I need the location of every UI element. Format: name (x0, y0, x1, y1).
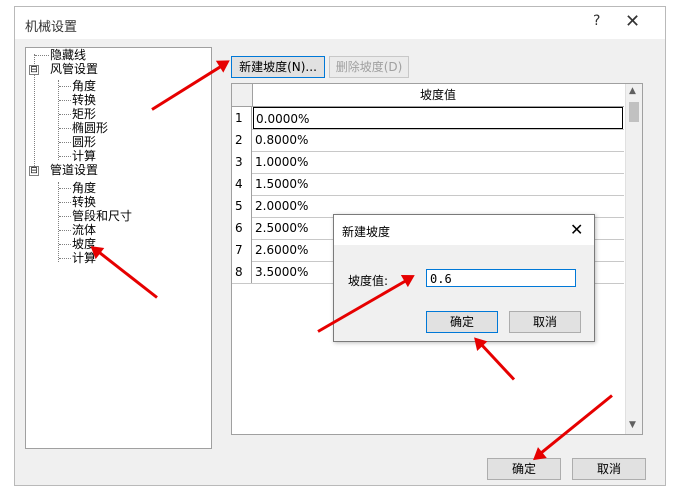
grid-header: 坡度值 (232, 84, 624, 107)
tree-item-duct-settings[interactable]: 风管设置 (50, 63, 98, 76)
collapse-icon[interactable]: ⊟ (29, 166, 39, 176)
scroll-down-icon[interactable]: ▼ (629, 420, 636, 430)
row-index: 4 (232, 173, 252, 195)
tree-item-duct-oval[interactable]: 椭圆形 (72, 122, 108, 135)
table-row[interactable]: 1 0.0000% (232, 107, 624, 130)
tree-connector (59, 202, 71, 203)
dialog-cancel-button[interactable]: 取消 (509, 311, 581, 333)
row-index: 6 (232, 217, 252, 239)
tree-connector (59, 216, 71, 217)
dialog-title-bar: 新建坡度 ✕ (334, 215, 594, 245)
row-index: 7 (232, 239, 252, 261)
tree-connector (59, 100, 71, 101)
scroll-thumb[interactable] (629, 102, 639, 122)
table-row[interactable]: 4 1.5000% (232, 173, 624, 196)
slope-value-input[interactable]: 0.6 (426, 269, 576, 287)
tree-item-duct-transition[interactable]: 转换 (72, 94, 96, 107)
collapse-icon[interactable]: ⊟ (29, 65, 39, 75)
row-index: 8 (232, 261, 252, 283)
row-index: 2 (232, 129, 252, 151)
tree-connector (59, 128, 71, 129)
table-row[interactable]: 3 1.0000% (232, 151, 624, 174)
dialog-title: 新建坡度 (342, 225, 391, 239)
tree-item-pipe-angle[interactable]: 角度 (72, 182, 96, 195)
close-icon[interactable]: ✕ (625, 11, 640, 32)
tree-item-hidden-lines[interactable]: 隐藏线 (50, 49, 86, 62)
dialog-ok-button[interactable]: 确定 (426, 311, 498, 333)
new-slope-dialog: 新建坡度 ✕ 坡度值: 0.6 确定 取消 (333, 214, 595, 342)
column-header-slope[interactable]: 坡度值 (253, 84, 623, 106)
tree-connector (59, 142, 71, 143)
tree-item-duct-calculation[interactable]: 计算 (72, 150, 96, 163)
tree-item-pipe-transition[interactable]: 转换 (72, 196, 96, 209)
tree-item-pipe-segments-sizes[interactable]: 管段和尺寸 (72, 210, 132, 223)
tree-item-pipe-fluids[interactable]: 流体 (72, 224, 96, 237)
settings-tree[interactable]: 隐藏线 ⊟ 风管设置 角度 转换 矩形 椭圆形 圆形 计算 ⊟ 管道设置 角度 … (25, 47, 212, 449)
slope-value-label: 坡度值: (348, 274, 389, 288)
cancel-button[interactable]: 取消 (572, 458, 646, 480)
tree-connector (59, 86, 71, 87)
title-bar: 机械设置 ? ✕ (15, 7, 665, 39)
slope-cell[interactable]: 0.0000% (253, 107, 623, 129)
new-slope-button[interactable]: 新建坡度(N)... (231, 56, 325, 78)
close-icon[interactable]: ✕ (570, 220, 583, 239)
help-icon[interactable]: ? (593, 13, 600, 29)
tree-connector (58, 182, 59, 262)
table-row[interactable]: 2 0.8000% (232, 129, 624, 152)
grid-corner (232, 84, 253, 106)
row-index: 5 (232, 195, 252, 217)
delete-slope-button[interactable]: 删除坡度(D) (329, 56, 409, 78)
tree-connector (59, 230, 71, 231)
slope-cell[interactable]: 1.0000% (253, 151, 623, 173)
scroll-up-icon[interactable]: ▲ (629, 86, 636, 96)
tree-connector (59, 188, 71, 189)
tree-item-duct-round[interactable]: 圆形 (72, 136, 96, 149)
window-title: 机械设置 (25, 20, 78, 35)
slope-cell[interactable]: 1.5000% (253, 173, 623, 195)
tree-item-pipe-settings[interactable]: 管道设置 (50, 164, 98, 177)
tree-connector (59, 156, 71, 157)
tree-connector (59, 244, 71, 245)
ok-button[interactable]: 确定 (487, 458, 561, 480)
tree-connector (59, 258, 71, 259)
tree-item-duct-rectangular[interactable]: 矩形 (72, 108, 96, 121)
tree-item-duct-angle[interactable]: 角度 (72, 80, 96, 93)
tree-connector (59, 114, 71, 115)
tree-connector (35, 55, 49, 56)
row-index: 1 (232, 107, 252, 129)
row-index: 3 (232, 151, 252, 173)
slope-cell[interactable]: 0.8000% (253, 129, 623, 151)
tree-connector (58, 80, 59, 160)
vertical-scrollbar[interactable]: ▲ ▼ (625, 84, 642, 434)
